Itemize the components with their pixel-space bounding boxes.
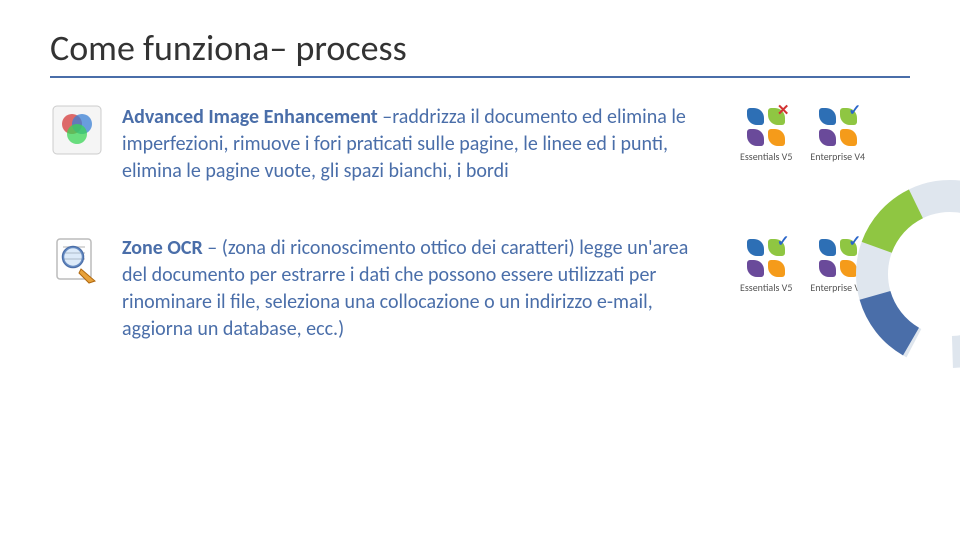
decorative-circle-icon: [850, 174, 960, 374]
pinwheel-icon: ✕: [745, 106, 787, 148]
feature-row: Advanced Image Enhancement –raddrizza il…: [50, 104, 910, 185]
badge-label: Enterprise V4: [810, 150, 865, 163]
check-icon: ✓: [847, 102, 863, 118]
cross-icon: ✕: [775, 102, 791, 118]
feature-text: Zone OCR – (zona di riconoscimento ottic…: [104, 235, 740, 343]
pinwheel-icon: ✓: [817, 106, 859, 148]
badge-enterprise: ✓ Enterprise V4: [810, 106, 865, 163]
badge-label: Essentials V5: [740, 150, 792, 163]
feature-heading: Advanced Image Enhancement: [122, 105, 378, 129]
ocr-icon: [50, 235, 104, 287]
feature-body: – (zona di riconoscimento ottico dei car…: [122, 236, 688, 341]
feature-row: Zone OCR – (zona di riconoscimento ottic…: [50, 235, 910, 343]
badge-label: Essentials V5: [740, 281, 792, 294]
badge-essentials: ✕ Essentials V5: [740, 106, 792, 163]
pinwheel-icon: ✓: [745, 237, 787, 279]
badge-group: ✕ Essentials V5 ✓ Enterprise V4: [740, 104, 910, 163]
feature-heading: Zone OCR: [122, 236, 203, 260]
badge-essentials: ✓ Essentials V5: [740, 237, 792, 294]
feature-text: Advanced Image Enhancement –raddrizza il…: [104, 104, 740, 185]
slide-title: Come funziona– process: [50, 26, 910, 78]
check-icon: ✓: [775, 233, 791, 249]
venn-icon: [50, 104, 104, 156]
